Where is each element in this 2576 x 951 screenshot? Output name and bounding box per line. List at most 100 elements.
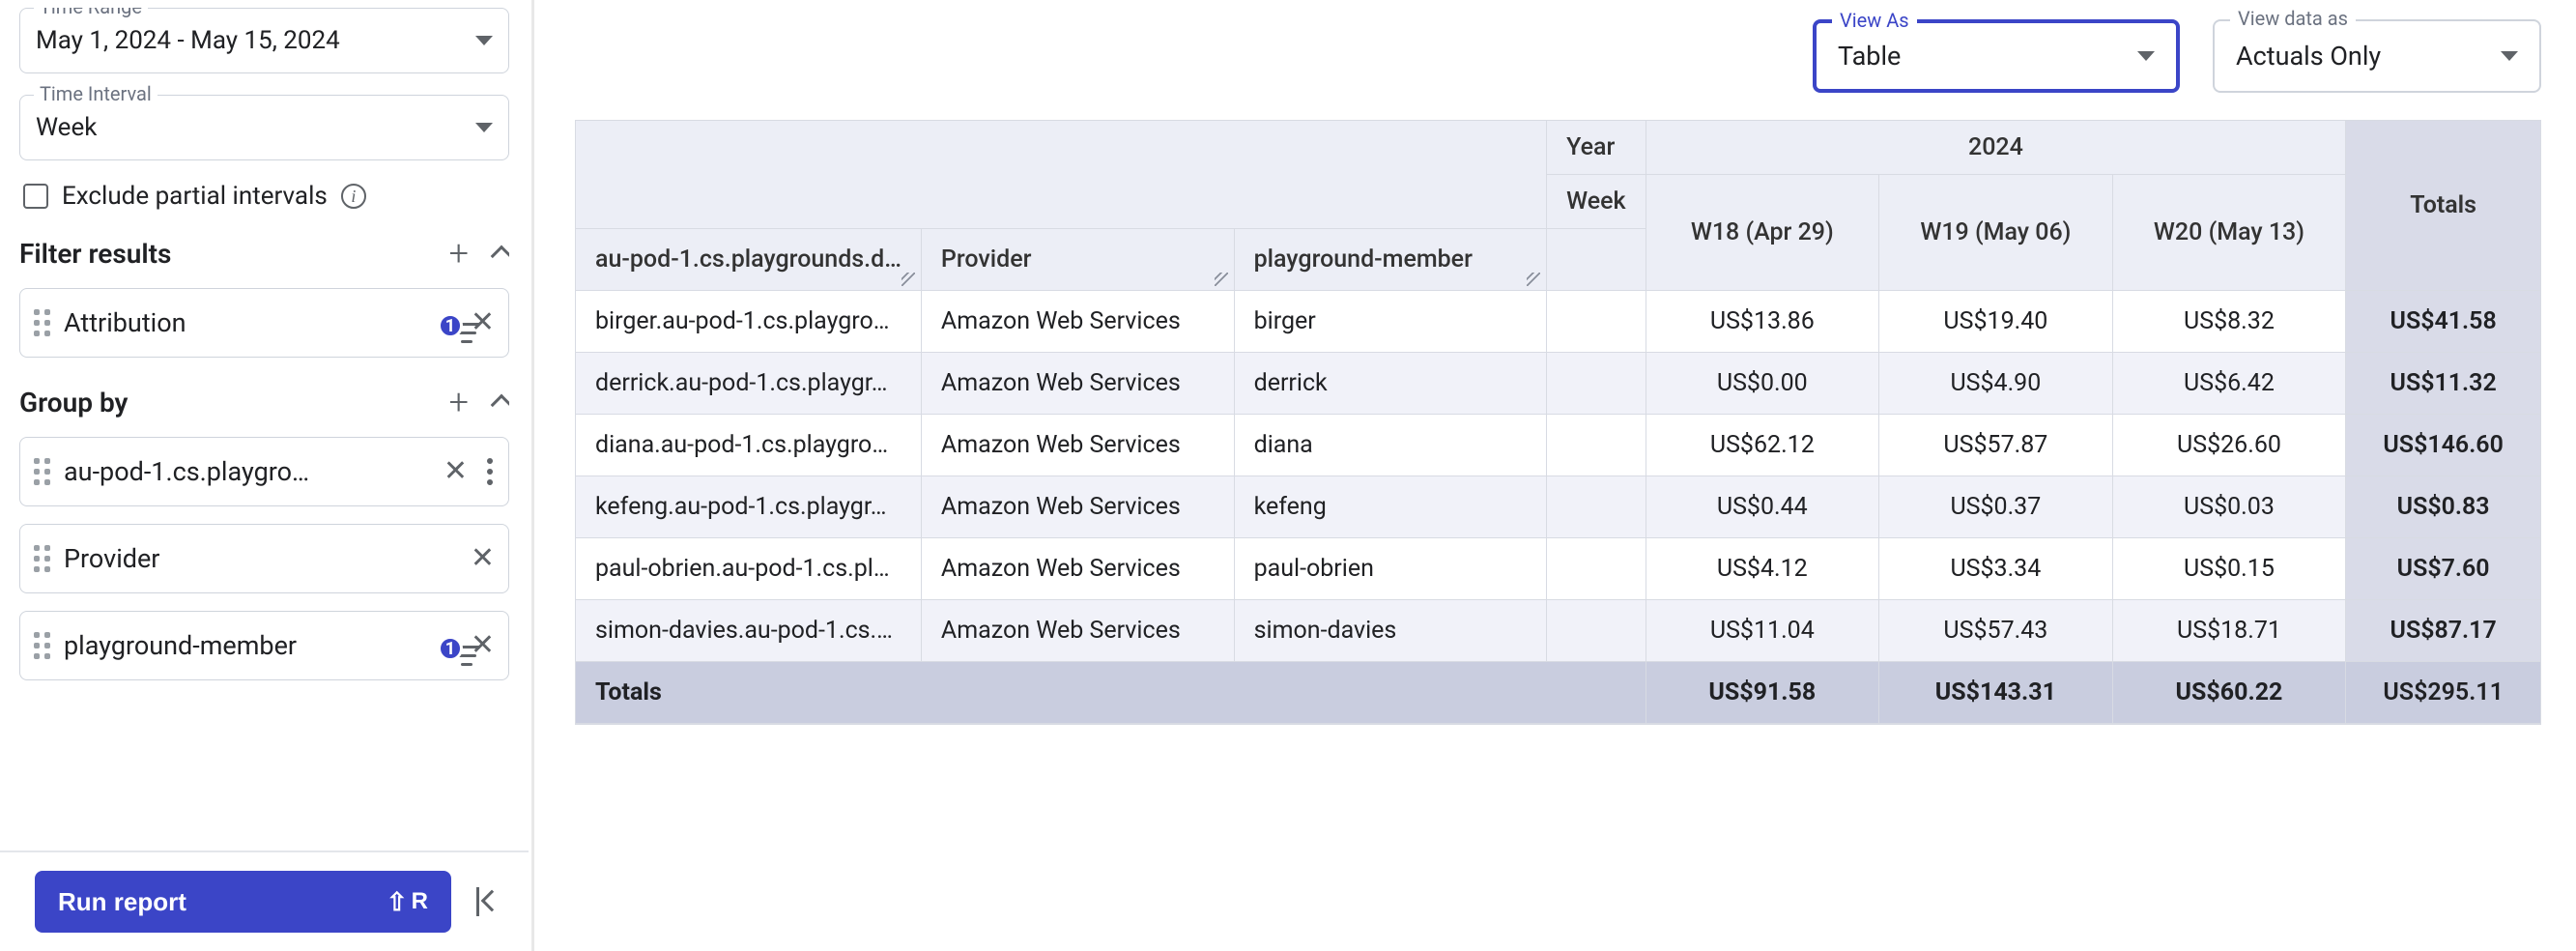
view-data-as-select[interactable]: View data as Actuals Only bbox=[2213, 19, 2541, 93]
footer-cell: US$60.22 bbox=[2112, 662, 2346, 724]
value-cell: US$4.12 bbox=[1646, 538, 1879, 600]
value-cell: US$4.90 bbox=[1878, 353, 2112, 415]
filter-badge: 1 bbox=[438, 636, 463, 661]
exclude-partial-checkbox[interactable] bbox=[23, 184, 48, 209]
value-cell: US$26.60 bbox=[2112, 415, 2346, 476]
view-data-as-legend: View data as bbox=[2230, 7, 2356, 30]
time-range-value: May 1, 2024 - May 15, 2024 bbox=[36, 26, 340, 55]
filter-chip-label: Attribution bbox=[64, 307, 440, 338]
row-total-cell: US$87.17 bbox=[2345, 600, 2540, 662]
groupby-chip-label: Provider bbox=[64, 543, 457, 574]
dim-cell: kefeng bbox=[1234, 476, 1547, 538]
year-value-header: 2024 bbox=[1646, 121, 2346, 175]
dim-cell: simon-davies bbox=[1234, 600, 1547, 662]
value-cell: US$0.00 bbox=[1646, 353, 1879, 415]
table-row: paul-obrien.au-pod-1.cs.pl…Amazon Web Se… bbox=[575, 538, 2540, 600]
chevron-down-icon bbox=[475, 36, 493, 45]
week-header[interactable]: W20 (May 13) bbox=[2112, 175, 2346, 291]
chevron-down-icon bbox=[2137, 51, 2155, 61]
groupby-chip-label: playground-member bbox=[64, 630, 440, 661]
filter-badge: 1 bbox=[438, 313, 463, 338]
dim-cell: Amazon Web Services bbox=[921, 600, 1234, 662]
collapse-filter-section[interactable] bbox=[491, 245, 509, 268]
groupby-chip-provider[interactable]: Provider ✕ bbox=[19, 524, 509, 593]
table-corner bbox=[575, 121, 1546, 229]
value-cell: US$13.86 bbox=[1646, 291, 1879, 353]
value-cell: US$0.03 bbox=[2112, 476, 2346, 538]
view-as-value: Table bbox=[1838, 41, 1901, 72]
totals-header: Totals bbox=[2345, 121, 2540, 291]
spacer-cell bbox=[1546, 538, 1645, 600]
info-icon[interactable]: i bbox=[341, 184, 366, 209]
row-total-cell: US$0.83 bbox=[2345, 476, 2540, 538]
spacer-cell bbox=[1546, 291, 1645, 353]
value-cell: US$57.87 bbox=[1878, 415, 2112, 476]
dim-cell: Amazon Web Services bbox=[921, 476, 1234, 538]
exclude-partial-label: Exclude partial intervals bbox=[62, 182, 328, 211]
dim-cell: Amazon Web Services bbox=[921, 291, 1234, 353]
shift-key-icon: ⇧ bbox=[386, 887, 408, 917]
add-groupby-button[interactable]: + bbox=[449, 385, 469, 419]
spacer-cell bbox=[1546, 353, 1645, 415]
time-range-select[interactable]: Time Range May 1, 2024 - May 15, 2024 bbox=[19, 8, 509, 73]
week-header[interactable]: W19 (May 06) bbox=[1878, 175, 2112, 291]
table-row: simon-davies.au-pod-1.cs.…Amazon Web Ser… bbox=[575, 600, 2540, 662]
chevron-down-icon bbox=[475, 123, 493, 132]
sidebar: Time Range May 1, 2024 - May 15, 2024 Ti… bbox=[0, 0, 529, 951]
remove-groupby-button[interactable]: ✕ bbox=[471, 544, 495, 573]
footer-cell: US$91.58 bbox=[1646, 662, 1879, 724]
row-total-cell: US$41.58 bbox=[2345, 291, 2540, 353]
groupby-chip-pod[interactable]: au-pod-1.cs.playgro… ✕ bbox=[19, 437, 509, 506]
filter-results-title: Filter results bbox=[19, 238, 171, 270]
remove-groupby-button[interactable]: ✕ bbox=[444, 457, 468, 486]
dim-cell: Amazon Web Services bbox=[921, 538, 1234, 600]
spacer-cell bbox=[1546, 476, 1645, 538]
run-report-button[interactable]: Run report ⇧ R bbox=[35, 871, 451, 933]
week-header[interactable]: W18 (Apr 29) bbox=[1646, 175, 1879, 291]
value-cell: US$6.42 bbox=[2112, 353, 2346, 415]
value-cell: US$62.12 bbox=[1646, 415, 1879, 476]
add-filter-button[interactable]: + bbox=[449, 236, 469, 271]
value-cell: US$18.71 bbox=[2112, 600, 2346, 662]
drag-handle-icon[interactable] bbox=[34, 309, 50, 336]
collapse-groupby-section[interactable] bbox=[491, 394, 509, 417]
dim-cell: paul-obrien.au-pod-1.cs.pl… bbox=[575, 538, 921, 600]
dim-cell: Amazon Web Services bbox=[921, 353, 1234, 415]
dim-cell: kefeng.au-pod-1.cs.playgr… bbox=[575, 476, 921, 538]
groupby-chip-menu[interactable] bbox=[485, 458, 495, 485]
dim-header-member[interactable]: playground-member bbox=[1234, 229, 1547, 291]
dim-cell: diana bbox=[1234, 415, 1547, 476]
value-cell: US$8.32 bbox=[2112, 291, 2346, 353]
report-table: Year 2024 Totals Week W18 (Apr 29) W19 (… bbox=[575, 120, 2541, 725]
dim-cell: derrick.au-pod-1.cs.playgr… bbox=[575, 353, 921, 415]
dim-header-provider[interactable]: Provider bbox=[921, 229, 1234, 291]
groupby-title: Group by bbox=[19, 387, 128, 418]
view-as-select[interactable]: View As Table bbox=[1813, 19, 2180, 93]
view-data-as-value: Actuals Only bbox=[2236, 41, 2381, 72]
filter-chip-attribution[interactable]: Attribution 1 ✕ bbox=[19, 288, 509, 358]
table-row: derrick.au-pod-1.cs.playgr…Amazon Web Se… bbox=[575, 353, 2540, 415]
drag-handle-icon[interactable] bbox=[34, 632, 50, 659]
drag-handle-icon[interactable] bbox=[34, 545, 50, 572]
dim-cell: simon-davies.au-pod-1.cs.… bbox=[575, 600, 921, 662]
drag-handle-icon[interactable] bbox=[34, 458, 50, 485]
dim-cell: paul-obrien bbox=[1234, 538, 1547, 600]
row-total-cell: US$146.60 bbox=[2345, 415, 2540, 476]
dim-cell: birger.au-pod-1.cs.playgro… bbox=[575, 291, 921, 353]
dim-header-pod[interactable]: au-pod-1.cs.playgrounds.d… bbox=[575, 229, 921, 291]
spacer-cell bbox=[1546, 600, 1645, 662]
groupby-chip-member[interactable]: playground-member 1 ✕ bbox=[19, 611, 509, 680]
value-cell: US$57.43 bbox=[1878, 600, 2112, 662]
table-row: diana.au-pod-1.cs.playgro…Amazon Web Ser… bbox=[575, 415, 2540, 476]
main-panel: View As Table View data as Actuals Only bbox=[529, 0, 2576, 951]
collapse-sidebar-button[interactable] bbox=[476, 885, 509, 918]
time-interval-value: Week bbox=[36, 113, 97, 142]
value-cell: US$19.40 bbox=[1878, 291, 2112, 353]
dim-cell: derrick bbox=[1234, 353, 1547, 415]
spacer-cell bbox=[1546, 415, 1645, 476]
time-interval-select[interactable]: Time Interval Week bbox=[19, 95, 509, 160]
groupby-chip-label: au-pod-1.cs.playgro… bbox=[64, 456, 430, 487]
dim-cell: Amazon Web Services bbox=[921, 415, 1234, 476]
empty-header bbox=[1546, 229, 1645, 291]
run-report-label: Run report bbox=[58, 887, 186, 917]
